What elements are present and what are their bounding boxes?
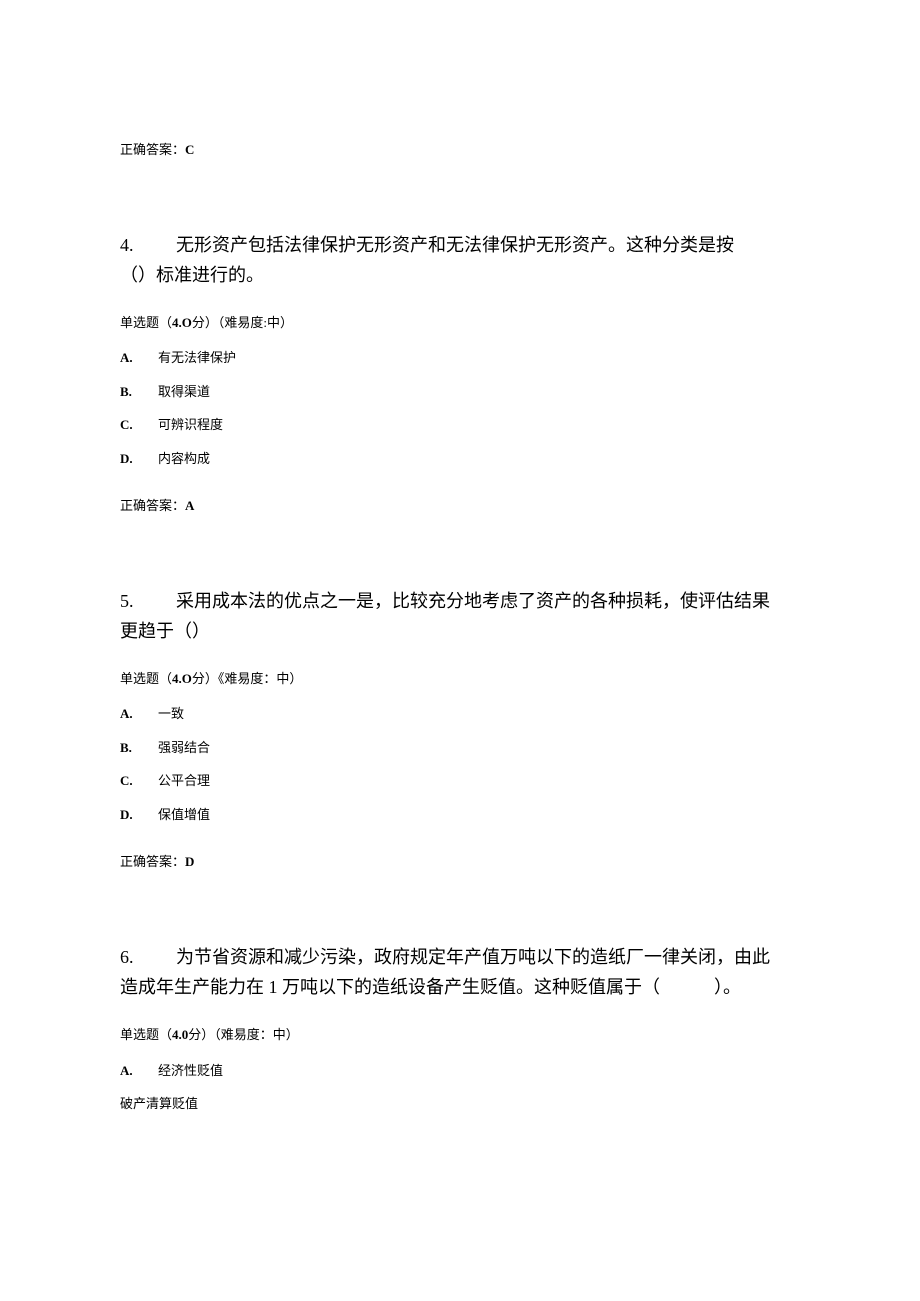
option-letter: A. (120, 704, 158, 724)
option-text: 强弱结合 (158, 738, 210, 758)
question-meta: 单选题（4.O分）《难易度：中） (120, 669, 800, 689)
option-letter: C. (120, 771, 158, 791)
question-stem: 5.采用成本法的优点之一是，比较充分地考虑了资产的各种损耗，使评估结果 更趋于（… (120, 586, 800, 647)
correct-answer: 正确答案：A (120, 496, 800, 516)
stem-text-line1: 采用成本法的优点之一是，比较充分地考虑了资产的各种损耗，使评估结果 (176, 591, 770, 611)
option-d: D. 内容构成 (120, 449, 800, 469)
answer-label: 正确答案： (120, 854, 185, 869)
option-text: 一致 (158, 704, 184, 724)
meta-mid: 分）《难易度：中） (192, 671, 303, 686)
answer-label: 正确答案： (120, 142, 185, 157)
question-stem: 4.无形资产包括法律保护无形资产和无法律保护无形资产。这种分类是按 （）标准进行… (120, 230, 800, 291)
question-meta: 单选题（4.O分）（难易度:中） (120, 313, 800, 333)
answer-value: C (185, 142, 194, 157)
answer-label: 正确答案： (120, 498, 185, 513)
option-text: 公平合理 (158, 771, 210, 791)
stem-text-line1: 无形资产包括法律保护无形资产和无法律保护无形资产。这种分类是按 (176, 235, 734, 255)
question-number: 6. (120, 942, 176, 973)
meta-prefix: 单选题（ (120, 1027, 172, 1042)
stem-text-line1: 为节省资源和减少污染，政府规定年产值万吨以下的造纸厂一律关闭，由此 (176, 947, 770, 967)
answer-value: A (185, 498, 194, 513)
options-list: A. 有无法律保护 B. 取得渠道 C. 可辨识程度 D. 内容构成 (120, 348, 800, 468)
option-letter: A. (120, 1061, 158, 1081)
option-b: B. 取得渠道 (120, 382, 800, 402)
question-stem: 6.为节省资源和减少污染，政府规定年产值万吨以下的造纸厂一律关闭，由此 造成年生… (120, 942, 800, 1003)
stem-text-line2: （）标准进行的。 (120, 265, 264, 285)
meta-prefix: 单选题（ (120, 671, 172, 686)
stem-text-line2: 造成年生产能力在 1 万吨以下的造纸设备产生贬值。这种贬值属于（ ）。 (120, 977, 741, 997)
option-a: A. 经济性贬值 (120, 1061, 800, 1081)
answer-value: D (185, 854, 194, 869)
question-number: 5. (120, 586, 176, 617)
options-list: A. 经济性贬值 (120, 1061, 800, 1081)
question-6: 6.为节省资源和减少污染，政府规定年产值万吨以下的造纸厂一律关闭，由此 造成年生… (120, 942, 800, 1114)
question-5: 5.采用成本法的优点之一是，比较充分地考虑了资产的各种损耗，使评估结果 更趋于（… (120, 586, 800, 872)
option-letter: B. (120, 738, 158, 758)
option-a: A. 有无法律保护 (120, 348, 800, 368)
option-text: 保值增值 (158, 805, 210, 825)
option-text: 内容构成 (158, 449, 210, 469)
option-letter: D. (120, 449, 158, 469)
option-letter: B. (120, 382, 158, 402)
question-number: 4. (120, 230, 176, 261)
option-letter: A. (120, 348, 158, 368)
option-text: 有无法律保护 (158, 348, 236, 368)
prev-correct-answer: 正确答案：C (120, 140, 800, 160)
option-text: 经济性贬值 (158, 1061, 223, 1081)
meta-points: 4.O (172, 671, 192, 686)
option-letter: C. (120, 415, 158, 435)
option-b: B. 强弱结合 (120, 738, 800, 758)
option-letter: D. (120, 805, 158, 825)
meta-prefix: 单选题（ (120, 315, 172, 330)
option-d: D. 保值增值 (120, 805, 800, 825)
option-c: C. 可辨识程度 (120, 415, 800, 435)
correct-answer: 正确答案：D (120, 852, 800, 872)
question-meta: 单选题（4.0分）（难易度：中） (120, 1025, 800, 1045)
option-c: C. 公平合理 (120, 771, 800, 791)
question-4: 4.无形资产包括法律保护无形资产和无法律保护无形资产。这种分类是按 （）标准进行… (120, 230, 800, 516)
options-list: A. 一致 B. 强弱结合 C. 公平合理 D. 保值增值 (120, 704, 800, 824)
option-text: 可辨识程度 (158, 415, 223, 435)
meta-points: 4.0 (172, 1027, 188, 1042)
option-a: A. 一致 (120, 704, 800, 724)
option-text: 取得渠道 (158, 382, 210, 402)
meta-points: 4.O (172, 315, 192, 330)
stem-text-line2: 更趋于（） (120, 621, 210, 641)
trailing-text: 破产清算贬值 (120, 1094, 800, 1114)
meta-mid: 分）（难易度:中） (192, 315, 293, 330)
meta-mid: 分）（难易度：中） (188, 1027, 299, 1042)
